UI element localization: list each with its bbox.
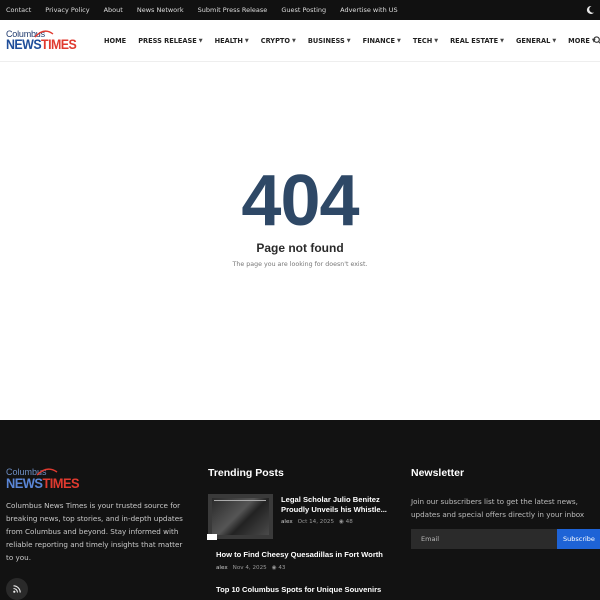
post-title[interactable]: Legal Scholar Julio Benitez Proudly Unve… [281, 495, 393, 515]
topbar-link-news-network[interactable]: News Network [137, 6, 184, 14]
footer-logo-line-2: NEWSTIMES [6, 475, 80, 491]
post-title[interactable]: How to Find Cheesy Quesadillas in Fort W… [216, 550, 406, 560]
topbar-link-privacy-policy[interactable]: Privacy Policy [45, 6, 89, 14]
logo-times: TIMES [42, 475, 80, 491]
post-date: Nov 4, 2025 [232, 565, 267, 571]
topbar-link-about[interactable]: About [104, 6, 123, 14]
chevron-down-icon: ▼ [292, 38, 296, 44]
email-field[interactable] [411, 529, 557, 549]
nav-item-real-estate[interactable]: REAL ESTATE ▼ [450, 37, 504, 45]
search-icon[interactable] [593, 36, 600, 45]
main-nav: HOME PRESS RELEASE ▼ HEALTH ▼ CRYPTO ▼ BUSI… [104, 20, 600, 62]
site-logo[interactable]: Columbus NEWSTIMES [6, 29, 80, 55]
topbar-link-contact[interactable]: Contact [6, 6, 31, 14]
nav-label: REAL ESTATE [450, 37, 499, 45]
post-views: 43 [278, 565, 286, 571]
topbar-link-submit-press-release[interactable]: Submit Press Release [198, 6, 268, 14]
topbar-link-advertise[interactable]: Advertise with US [340, 6, 398, 14]
thumbnail-badge-icon [207, 534, 217, 540]
eye-icon: ◉ [339, 519, 344, 525]
rss-icon[interactable] [6, 578, 28, 600]
moon-icon[interactable] [585, 5, 595, 15]
post-thumbnail[interactable] [208, 494, 273, 539]
nav-label: CRYPTO [260, 37, 291, 45]
nav-label: BUSINESS [307, 37, 345, 45]
nav-label: FINANCE [362, 37, 396, 45]
nav-item-finance[interactable]: FINANCE ▼ [363, 37, 401, 45]
subscribe-button[interactable]: Subscribe [557, 529, 600, 549]
nav-item-general[interactable]: GENERAL ▼ [516, 37, 556, 45]
nav-label: PRESS RELEASE [138, 37, 197, 45]
topbar-link-guest-posting[interactable]: Guest Posting [281, 6, 326, 14]
footer-logo[interactable]: Columbus NEWSTIMES [6, 467, 86, 493]
chevron-down-icon: ▼ [198, 38, 203, 44]
chevron-down-icon: ▼ [397, 38, 401, 44]
nav-item-business[interactable]: BUSINESS ▼ [308, 37, 351, 45]
footer-description: Columbus News Times is your trusted sour… [6, 501, 183, 562]
nav-item-home[interactable]: HOME [104, 37, 126, 45]
logo-news: NEWS [6, 475, 43, 491]
chevron-down-icon: ▼ [500, 38, 504, 44]
nav-label: TECH [412, 37, 433, 45]
post-date: Oct 14, 2025 [297, 519, 334, 525]
logo-times: TIMES [41, 37, 77, 52]
eye-icon: ◉ [271, 565, 277, 571]
nav-item-press-release[interactable]: PRESS RELEASE ▼ [138, 37, 202, 45]
logo-news: NEWS [6, 37, 42, 52]
chevron-down-icon: ▼ [244, 38, 249, 44]
post-author[interactable]: alex [281, 519, 293, 525]
nav-label: MORE [568, 37, 590, 45]
post-author[interactable]: alex [216, 565, 228, 571]
trending-heading: Trending Posts [208, 467, 284, 479]
nav-item-tech[interactable]: TECH ▼ [413, 37, 438, 45]
newsletter-text: Join our subscribers list to get the lat… [411, 497, 585, 519]
error-title: Page not found [256, 241, 344, 255]
nav-label: HEALTH [214, 37, 243, 45]
chevron-down-icon: ▼ [552, 38, 557, 44]
newsletter-heading: Newsletter [411, 467, 465, 479]
post-meta: alex Oct 14, 2025 ◉ 48 [281, 519, 353, 525]
nav-item-more[interactable]: MORE ▼ [568, 37, 596, 45]
chevron-down-icon: ▼ [434, 38, 439, 44]
chevron-down-icon: ▼ [346, 38, 351, 44]
nav-label: GENERAL [515, 37, 551, 45]
site-footer: Columbus NEWSTIMES Columbus News Times i… [0, 420, 600, 600]
post-views: 48 [345, 519, 353, 525]
nav-item-health[interactable]: HEALTH ▼ [215, 37, 249, 45]
nav-label: HOME [104, 37, 127, 45]
post-title[interactable]: Top 10 Columbus Spots for Unique Souveni… [216, 585, 406, 595]
error-message: The page you are looking for doesn't exi… [232, 261, 368, 268]
error-code: 404 [241, 161, 359, 241]
post-meta: alex Nov 4, 2025 ◉ 43 [216, 565, 285, 571]
top-bar: Contact Privacy Policy About News Networ… [0, 0, 600, 20]
logo-line-2: NEWSTIMES [6, 37, 77, 52]
nav-item-crypto[interactable]: CRYPTO ▼ [261, 37, 296, 45]
site-header: Columbus NEWSTIMES HOME PRESS RELEASE ▼ H… [0, 20, 600, 62]
